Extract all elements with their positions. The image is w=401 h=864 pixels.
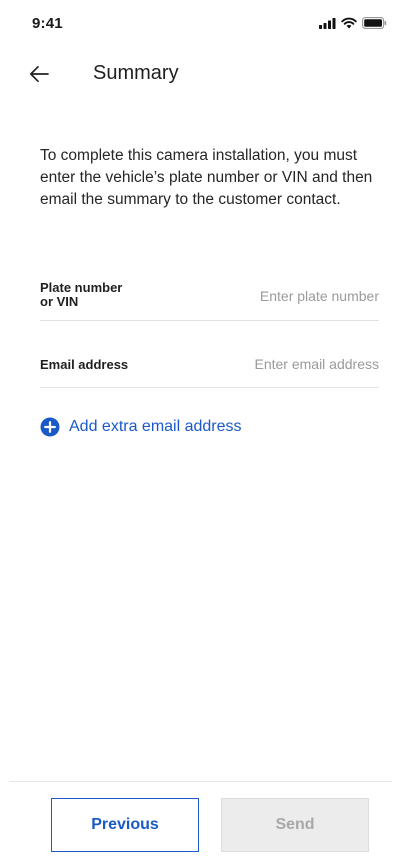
header: Summary bbox=[0, 52, 401, 96]
footer-divider bbox=[9, 781, 392, 782]
plate-number-field: Plate number or VIN bbox=[40, 279, 379, 321]
plate-number-label-line1: Plate number bbox=[40, 280, 123, 295]
back-button[interactable] bbox=[24, 60, 54, 88]
email-address-input[interactable] bbox=[189, 356, 379, 372]
status-icons bbox=[319, 17, 387, 29]
status-bar: 9:41 bbox=[0, 0, 401, 44]
email-address-label: Email address bbox=[40, 357, 129, 372]
plate-number-label: Plate number or VIN bbox=[40, 281, 150, 309]
plus-circle-icon bbox=[40, 417, 60, 437]
status-time: 9:41 bbox=[32, 15, 63, 32]
email-address-field: Email address bbox=[40, 354, 379, 388]
arrow-left-icon bbox=[29, 65, 49, 83]
cellular-signal-icon bbox=[319, 17, 336, 29]
wifi-icon bbox=[341, 17, 357, 29]
instructions-text: To complete this camera installation, yo… bbox=[40, 147, 373, 208]
add-extra-email-label: Add extra email address bbox=[69, 418, 242, 435]
plate-number-input[interactable] bbox=[189, 288, 379, 304]
add-extra-email-button[interactable]: Add extra email address bbox=[40, 417, 242, 437]
previous-button[interactable]: Previous bbox=[51, 798, 199, 852]
battery-icon bbox=[362, 17, 387, 29]
send-button[interactable]: Send bbox=[221, 798, 369, 852]
summary-screen: 9:41 Summary To complete this camera ins… bbox=[0, 0, 401, 864]
page-title: Summary bbox=[93, 62, 179, 84]
plate-number-label-line2: or VIN bbox=[40, 294, 79, 309]
